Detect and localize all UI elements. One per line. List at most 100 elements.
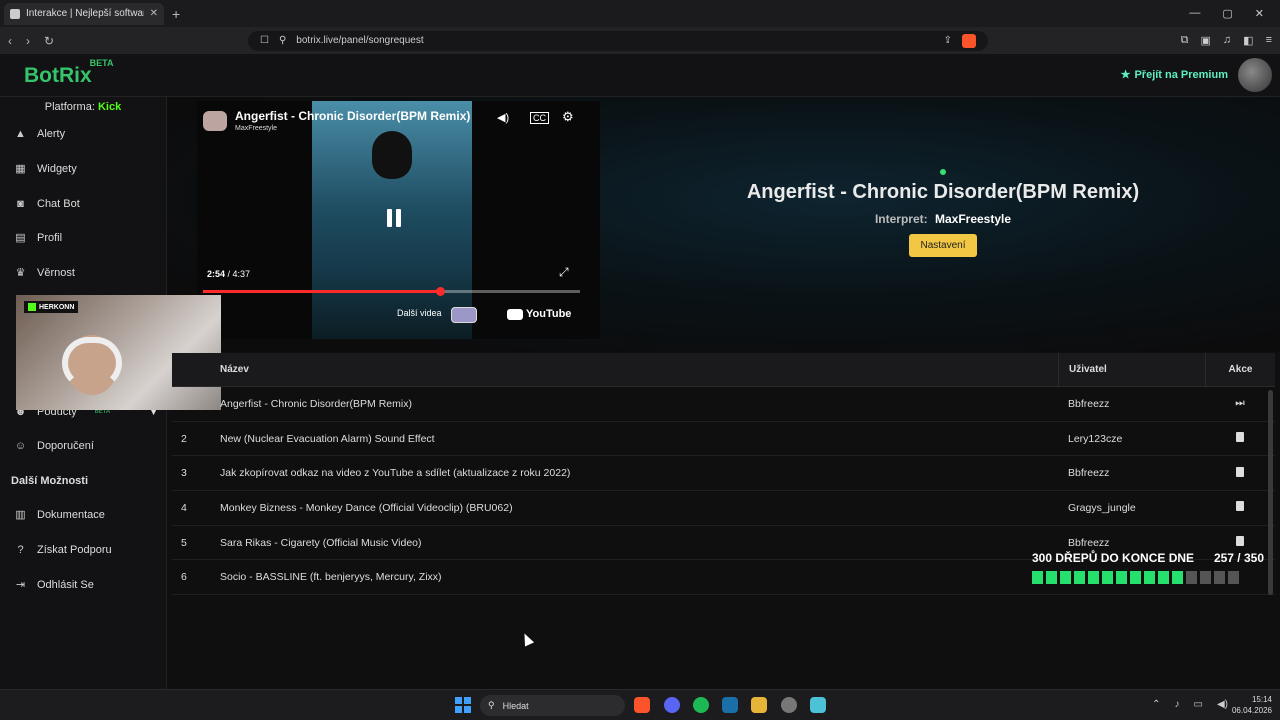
taskbar-clock[interactable]: 15:14 06.04.2026 xyxy=(1232,694,1272,716)
sidebar-item-label: Doporučení xyxy=(37,440,94,453)
botrix-logo[interactable]: BotRixBETA xyxy=(24,58,116,88)
search-label: Hledat xyxy=(502,700,529,711)
table-scrollbar[interactable] xyxy=(1268,390,1273,595)
youtube-label: YouTube xyxy=(526,308,572,320)
video-channel[interactable]: MaxFreestyle xyxy=(235,125,277,132)
taskbar-search[interactable]: ⚲ Hledat xyxy=(480,695,625,716)
browser-tab-bar: Interakce | Nejlepší software ✕ + — ▢ ✕ xyxy=(0,0,1280,27)
system-tray: ⌃ ♪ ▭ ◀) xyxy=(1152,699,1228,710)
forward-icon[interactable]: › xyxy=(26,34,30,48)
reload-icon[interactable]: ↻ xyxy=(44,34,54,48)
sidebar-item-logout[interactable]: ⇥ Odhlásit Se xyxy=(0,567,166,602)
extensions-icon[interactable]: ⧉ xyxy=(1181,34,1189,47)
browser-tab[interactable]: Interakce | Nejlepší software ✕ xyxy=(4,2,164,25)
more-videos-label[interactable]: Další videa xyxy=(397,308,442,318)
premium-label: Přejít na Premium xyxy=(1134,68,1228,81)
skip-icon[interactable]: ⏭ xyxy=(1235,397,1244,409)
sidebar-item-profil[interactable]: ▤ Profil xyxy=(0,221,166,256)
trash-icon[interactable] xyxy=(1236,432,1244,443)
goal-segment xyxy=(1032,571,1043,584)
search-icon: ⚲ xyxy=(488,700,495,710)
bookmark-icon[interactable]: ☐ xyxy=(260,35,269,46)
win-tile xyxy=(455,706,462,713)
youtube-logo[interactable]: YouTube xyxy=(507,308,571,320)
site-info-icon[interactable]: ⚲ xyxy=(279,35,286,46)
close-tab-icon[interactable]: ✕ xyxy=(150,8,158,19)
channel-avatar[interactable] xyxy=(203,111,227,131)
wallet-icon[interactable]: ▣ xyxy=(1201,34,1211,47)
windows-start-icon[interactable] xyxy=(455,697,471,713)
file-explorer-icon[interactable] xyxy=(751,697,767,713)
progress-knob[interactable] xyxy=(435,287,445,296)
song-title: Monkey Bizness - Monkey Dance (Official … xyxy=(220,501,513,514)
row-action xyxy=(1205,466,1275,480)
tray-chevron-icon[interactable]: ⌃ xyxy=(1152,699,1160,710)
sidebar-item-widgety[interactable]: ▦ Widgety xyxy=(0,152,166,187)
now-playing-hero: Angerfist - Chronic Disorder(BPM Remix) … xyxy=(167,97,1280,352)
artist-name: MaxFreestyle xyxy=(934,212,1012,226)
brave-app-icon[interactable] xyxy=(634,697,650,713)
steam-app-icon[interactable] xyxy=(722,697,738,713)
sidebar-item-alerty[interactable]: ▲ Alerty xyxy=(0,117,166,152)
requester-name: Gragys_jungle xyxy=(1068,501,1136,514)
progress-bar[interactable] xyxy=(203,287,580,296)
brave-shield-icon[interactable] xyxy=(962,33,976,48)
song-title: Angerfist - Chronic Disorder(BPM Remix) xyxy=(220,397,412,410)
url-text[interactable]: botrix.live/panel/songrequest xyxy=(296,35,933,46)
notepad-app-icon[interactable] xyxy=(810,697,826,713)
goal-header: 300 DŘEPŮ DO KONCE DNE 257 / 350 xyxy=(1032,551,1264,565)
pause-icon[interactable] xyxy=(387,209,403,229)
sidebar-item-label: Odhlásit Se xyxy=(37,578,94,591)
sidebar-item-chat-bot[interactable]: ◙ Chat Bot xyxy=(0,186,166,221)
volume-tray-icon[interactable]: ◀) xyxy=(1217,699,1228,710)
menu-icon[interactable]: ≡ xyxy=(1266,34,1272,47)
new-tab-button[interactable]: + xyxy=(172,6,180,22)
time-display: 2:54 / 4:37 xyxy=(207,269,250,279)
sidebar-item-vernost[interactable]: ♛ Věrnost xyxy=(0,256,166,291)
goal-segment xyxy=(1144,571,1155,584)
back-icon[interactable]: ‹ xyxy=(8,34,12,48)
captions-icon[interactable]: CC xyxy=(530,112,549,124)
sidebar-item-label: Věrnost xyxy=(37,267,75,280)
volume-icon[interactable]: ◀) xyxy=(497,111,509,124)
address-bar[interactable]: ☐ ⚲ botrix.live/panel/songrequest ⇪ xyxy=(248,30,988,51)
share-icon[interactable]: ⇪ xyxy=(944,35,952,46)
col-name-header[interactable]: Název xyxy=(220,364,1058,375)
tab-title: Interakce | Nejlepší software xyxy=(26,8,144,19)
video-title[interactable]: Angerfist - Chronic Disorder(BPM Remix) xyxy=(235,109,470,123)
premium-link[interactable]: ★ Přejít na Premium xyxy=(1121,68,1228,82)
network-icon[interactable]: ▭ xyxy=(1194,699,1203,710)
spotify-app-icon[interactable] xyxy=(693,697,709,713)
win-tile xyxy=(455,697,462,704)
trash-icon[interactable] xyxy=(1236,466,1244,477)
user-avatar[interactable] xyxy=(1238,58,1272,92)
media-icon[interactable]: ♫ xyxy=(1223,34,1231,47)
fullscreen-icon[interactable]: ⤢ xyxy=(559,265,569,280)
time-current: 2:54 xyxy=(207,269,226,279)
sidebar-item-support[interactable]: ? Získat Podporu xyxy=(0,533,166,568)
trash-icon[interactable] xyxy=(1236,536,1244,547)
settings-button[interactable]: Nastavení xyxy=(909,234,977,257)
row-action xyxy=(1205,432,1275,445)
minimize-button[interactable]: — xyxy=(1189,7,1200,20)
table-row: 2 New (Nuclear Evacuation Alarm) Sound Ef… xyxy=(172,422,1275,457)
goal-segment xyxy=(1074,571,1085,584)
maximize-button[interactable]: ▢ xyxy=(1222,7,1232,20)
sidebar-item-docs[interactable]: ▥ Dokumentace xyxy=(0,498,166,533)
win-tile xyxy=(464,697,471,704)
requester-name: Lery123cze xyxy=(1068,432,1123,445)
close-window-button[interactable]: ✕ xyxy=(1255,7,1264,20)
requester-name: Bbfreezz xyxy=(1068,536,1110,549)
sidebar-section-more: Další Možnosti xyxy=(11,474,89,487)
youtube-player[interactable]: Angerfist - Chronic Disorder(BPM Remix) … xyxy=(197,101,600,339)
obs-app-icon[interactable] xyxy=(781,697,797,713)
microphone-icon[interactable]: ♪ xyxy=(1175,699,1180,710)
more-videos-thumb[interactable] xyxy=(451,307,477,323)
trash-icon[interactable] xyxy=(1236,501,1244,512)
sidebar-toggle-icon[interactable]: ◧ xyxy=(1243,34,1253,47)
discord-app-icon[interactable] xyxy=(664,697,680,713)
col-user-header[interactable]: Uživatel xyxy=(1058,352,1205,387)
row-number: 6 xyxy=(181,571,187,584)
settings-gear-icon[interactable]: ⚙ xyxy=(562,109,574,125)
sidebar-item-referral[interactable]: ☺ Doporučení xyxy=(0,429,166,464)
